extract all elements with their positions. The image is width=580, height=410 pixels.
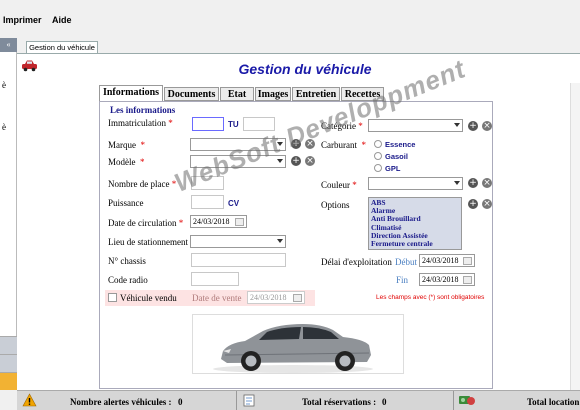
menu-bar: Imprimer Aide: [0, 0, 580, 30]
puissance-label: Puissance: [108, 198, 144, 208]
reservation-icon: [243, 394, 255, 407]
tu-label: TU: [228, 120, 239, 129]
calendar-icon: [293, 294, 302, 302]
date-circulation-label: Date de circulation *: [108, 218, 184, 228]
essence-label: Essence: [385, 140, 416, 149]
options-label: Options: [321, 200, 350, 210]
gasoil-label: Gasoil: [385, 152, 408, 161]
location-label: Total location: [527, 397, 580, 407]
carburant-label: Carburant *: [321, 140, 366, 150]
left-panel-mark: è: [2, 122, 6, 132]
tab-recettes[interactable]: Recettes: [341, 87, 384, 101]
vertical-scrollbar[interactable]: [570, 83, 580, 390]
vendu-checkbox[interactable]: [108, 293, 117, 302]
calendar-icon: [463, 257, 472, 265]
gpl-label: GPL: [385, 164, 401, 173]
delete-categorie-icon[interactable]: ×: [482, 121, 492, 131]
left-panel-button[interactable]: [0, 336, 17, 354]
tab-images[interactable]: Images: [255, 87, 291, 101]
add-categorie-icon[interactable]: +: [468, 121, 478, 131]
code-radio-field[interactable]: [191, 272, 239, 286]
delete-option-icon[interactable]: ×: [482, 199, 492, 209]
lieu-stationnement-label: Lieu de stationnement *: [108, 237, 195, 247]
tab-documents[interactable]: Documents: [164, 87, 219, 101]
immatriculation-label: Immatriculation *: [108, 118, 173, 128]
cv-label: CV: [228, 199, 240, 208]
marque-label: Marque *: [108, 140, 145, 150]
option-item[interactable]: Fermeture centrale: [371, 239, 459, 248]
page-title: Gestion du véhicule: [238, 61, 372, 77]
radio-essence[interactable]: [374, 140, 382, 148]
delete-couleur-icon[interactable]: ×: [482, 178, 492, 188]
date-vente-label: Date de vente: [192, 293, 242, 303]
left-panel-button[interactable]: [0, 372, 17, 390]
debut-date-picker[interactable]: 24/03/2018: [419, 254, 475, 267]
location-icon: [459, 396, 475, 405]
warning-icon: [22, 393, 37, 407]
add-couleur-icon[interactable]: +: [468, 178, 478, 188]
left-panel: « è è: [0, 38, 17, 390]
tab-informations[interactable]: Informations: [99, 85, 163, 101]
left-panel-header[interactable]: «: [0, 38, 17, 52]
reservations-count: 0: [382, 397, 387, 407]
vehicle-illustration: [213, 324, 373, 373]
date-vente-picker[interactable]: 24/03/2018: [247, 291, 305, 304]
alertes-count: 0: [178, 397, 183, 407]
puissance-field[interactable]: [191, 195, 224, 209]
lieu-stationnement-select[interactable]: [190, 235, 286, 248]
categorie-label: Catégorie *: [321, 121, 363, 131]
fin-date-picker[interactable]: 24/03/2018: [419, 273, 475, 286]
delete-modele-icon[interactable]: ×: [305, 156, 315, 166]
menu-aide[interactable]: Aide: [52, 15, 72, 25]
modele-label: Modèle *: [108, 157, 145, 167]
alertes-label: Nombre alertes véhicules :: [70, 397, 172, 407]
add-marque-icon[interactable]: +: [291, 139, 301, 149]
chassis-label: N° chassis: [108, 256, 146, 266]
left-panel-mark: è: [2, 80, 6, 90]
left-panel-button[interactable]: [0, 354, 17, 372]
debut-label: Début: [395, 257, 417, 267]
calendar-icon: [463, 276, 472, 284]
calendar-icon: [235, 218, 244, 226]
section-title: Les informations: [110, 105, 176, 115]
code-radio-label: Code radio: [108, 275, 148, 285]
date-circulation-picker[interactable]: 24/03/2018: [190, 215, 247, 228]
add-option-icon[interactable]: +: [468, 199, 478, 209]
immatriculation-field-2[interactable]: [243, 117, 275, 131]
immatriculation-field-1[interactable]: [192, 117, 224, 131]
couleur-label: Couleur *: [321, 180, 357, 190]
tab-entretien[interactable]: Entretien: [292, 87, 340, 101]
vehicle-image: [192, 314, 404, 374]
options-list[interactable]: ABS Alarme Anti Brouillard Climatisé Dir…: [368, 197, 462, 250]
nombre-place-field[interactable]: [191, 176, 224, 190]
fin-label: Fin: [396, 275, 409, 285]
tab-etat[interactable]: Etat: [220, 87, 254, 101]
nombre-place-label: Nombre de place *: [108, 179, 177, 189]
car-icon: [22, 60, 37, 72]
menu-imprimer[interactable]: Imprimer: [3, 15, 42, 25]
reservations-label: Total réservations :: [302, 397, 377, 407]
radio-gpl[interactable]: [374, 164, 382, 172]
delai-exploitation-label: Délai d'exploitation: [321, 257, 392, 267]
chassis-field[interactable]: [191, 253, 286, 267]
required-notice: Les champs avec (*) sont obligatoires: [376, 294, 485, 301]
couleur-select[interactable]: [368, 177, 463, 190]
marque-select[interactable]: [190, 138, 286, 151]
vendu-label: Véhicule vendu: [120, 293, 177, 303]
radio-gasoil[interactable]: [374, 152, 382, 160]
categorie-select[interactable]: [368, 119, 463, 132]
modele-select[interactable]: [190, 155, 286, 168]
add-modele-icon[interactable]: +: [291, 156, 301, 166]
delete-marque-icon[interactable]: ×: [305, 139, 315, 149]
